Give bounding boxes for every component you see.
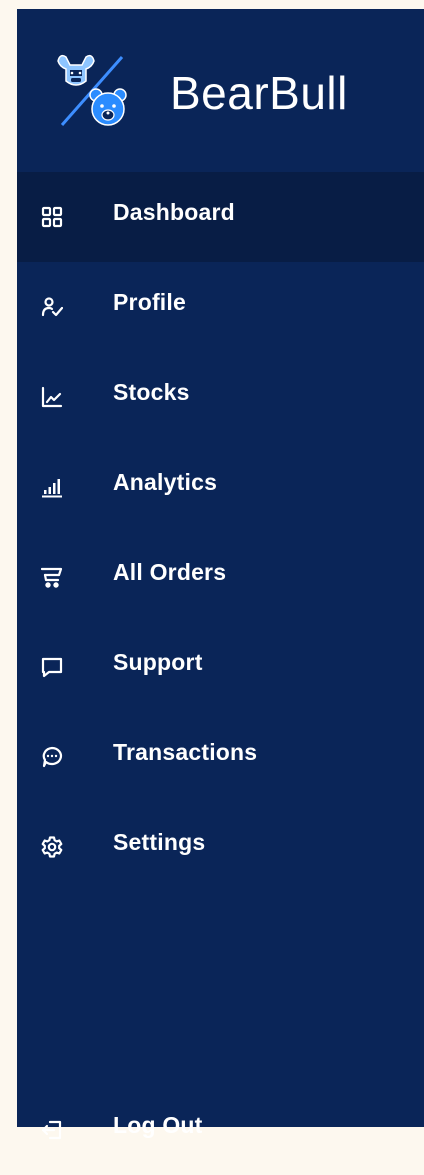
sidebar-item-label: Profile xyxy=(113,289,186,315)
sidebar-item-support[interactable]: Support xyxy=(17,622,424,712)
sidebar-item-label: Support xyxy=(113,649,203,675)
chat-box-icon xyxy=(41,656,63,678)
user-check-icon xyxy=(41,296,63,318)
brand-header[interactable]: BearBull xyxy=(17,9,424,172)
brand-name: BearBull xyxy=(170,66,348,119)
logout-label: Log Out xyxy=(113,1112,203,1138)
sidebar-item-label: Stocks xyxy=(113,379,190,405)
gear-icon xyxy=(41,836,63,858)
dashboard-grid-icon xyxy=(41,206,63,228)
sidebar-item-transactions[interactable]: Transactions xyxy=(17,712,424,802)
sidebar-item-label: Transactions xyxy=(113,739,258,765)
logout-icon xyxy=(41,1119,63,1141)
cart-icon xyxy=(41,566,63,588)
sidebar-item-all-orders[interactable]: All Orders xyxy=(17,532,424,622)
sidebar-item-label: Dashboard xyxy=(113,199,235,225)
logout-button[interactable]: Log Out xyxy=(17,1085,424,1175)
bull-bear-logo-icon xyxy=(52,51,132,131)
sidebar-item-settings[interactable]: Settings xyxy=(17,802,424,892)
sidebar: BearBull Dashboard Profile Stocks Analyt… xyxy=(17,9,424,1140)
sidebar-item-label: Settings xyxy=(113,829,206,855)
sidebar-item-label: All Orders xyxy=(113,559,227,585)
message-dots-icon xyxy=(41,746,63,768)
sidebar-item-analytics[interactable]: Analytics xyxy=(17,442,424,532)
sidebar-item-profile[interactable]: Profile xyxy=(17,262,424,352)
bar-chart-icon xyxy=(41,476,63,498)
line-chart-icon xyxy=(41,386,63,408)
sidebar-item-dashboard[interactable]: Dashboard xyxy=(17,172,424,262)
sidebar-item-label: Analytics xyxy=(113,469,218,495)
sidebar-item-stocks[interactable]: Stocks xyxy=(17,352,424,442)
